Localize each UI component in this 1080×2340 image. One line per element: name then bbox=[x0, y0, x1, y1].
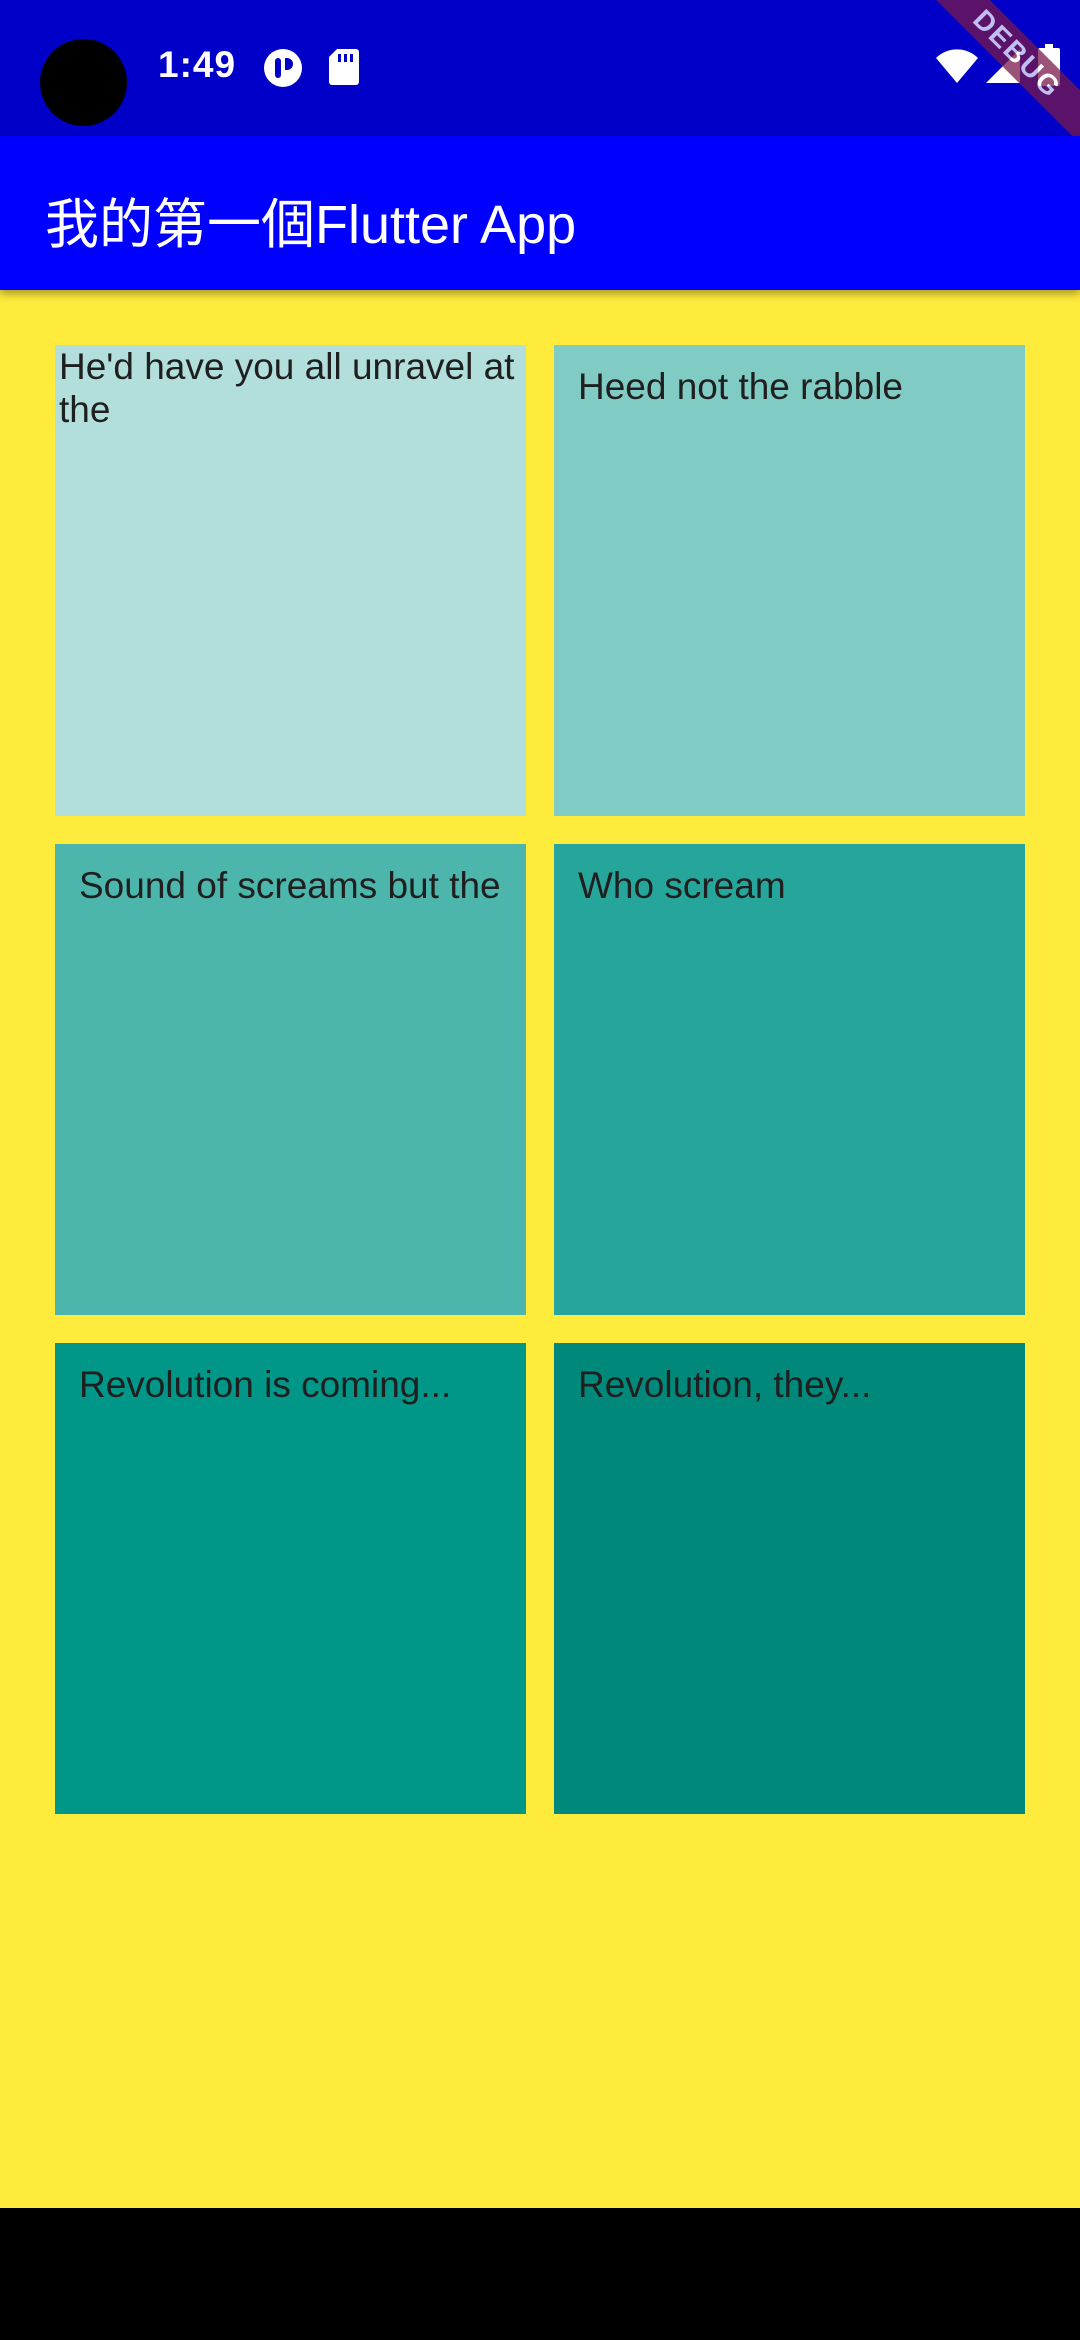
app-title: 我的第一個Flutter App bbox=[45, 195, 577, 255]
sd-card-icon bbox=[329, 49, 359, 85]
tile-grid: He'd have you all unravel at the Heed no… bbox=[55, 345, 1025, 1814]
tile-text: Heed not the rabble bbox=[578, 366, 904, 407]
grid-tile[interactable]: Revolution, they... bbox=[554, 1343, 1025, 1814]
app-screen: 1:49 DEBUG 我的第一個Flutter App He'd have yo… bbox=[0, 0, 1080, 2340]
navigation-bar-area bbox=[0, 2208, 1080, 2340]
app-bar: 我的第一個Flutter App bbox=[0, 136, 1080, 290]
status-time: 1:49 bbox=[158, 44, 237, 85]
tile-text: Revolution is coming... bbox=[79, 1364, 452, 1405]
grid-tile[interactable]: Heed not the rabble bbox=[554, 345, 1025, 816]
wifi-icon bbox=[936, 49, 978, 83]
circle-p-icon bbox=[264, 49, 302, 87]
grid-tile[interactable]: He'd have you all unravel at the bbox=[55, 345, 526, 816]
status-bar: 1:49 DEBUG bbox=[0, 0, 1080, 156]
grid-tile[interactable]: Sound of screams but the bbox=[55, 844, 526, 1315]
tile-text: He'd have you all unravel at the bbox=[59, 346, 515, 430]
grid-tile[interactable]: Revolution is coming... bbox=[55, 1343, 526, 1814]
camera-cutout bbox=[40, 39, 127, 126]
grid-tile[interactable]: Who scream bbox=[554, 844, 1025, 1315]
tile-text: Who scream bbox=[578, 865, 786, 906]
tile-text: Revolution, they... bbox=[578, 1364, 872, 1405]
tile-text: Sound of screams but the bbox=[79, 865, 501, 906]
